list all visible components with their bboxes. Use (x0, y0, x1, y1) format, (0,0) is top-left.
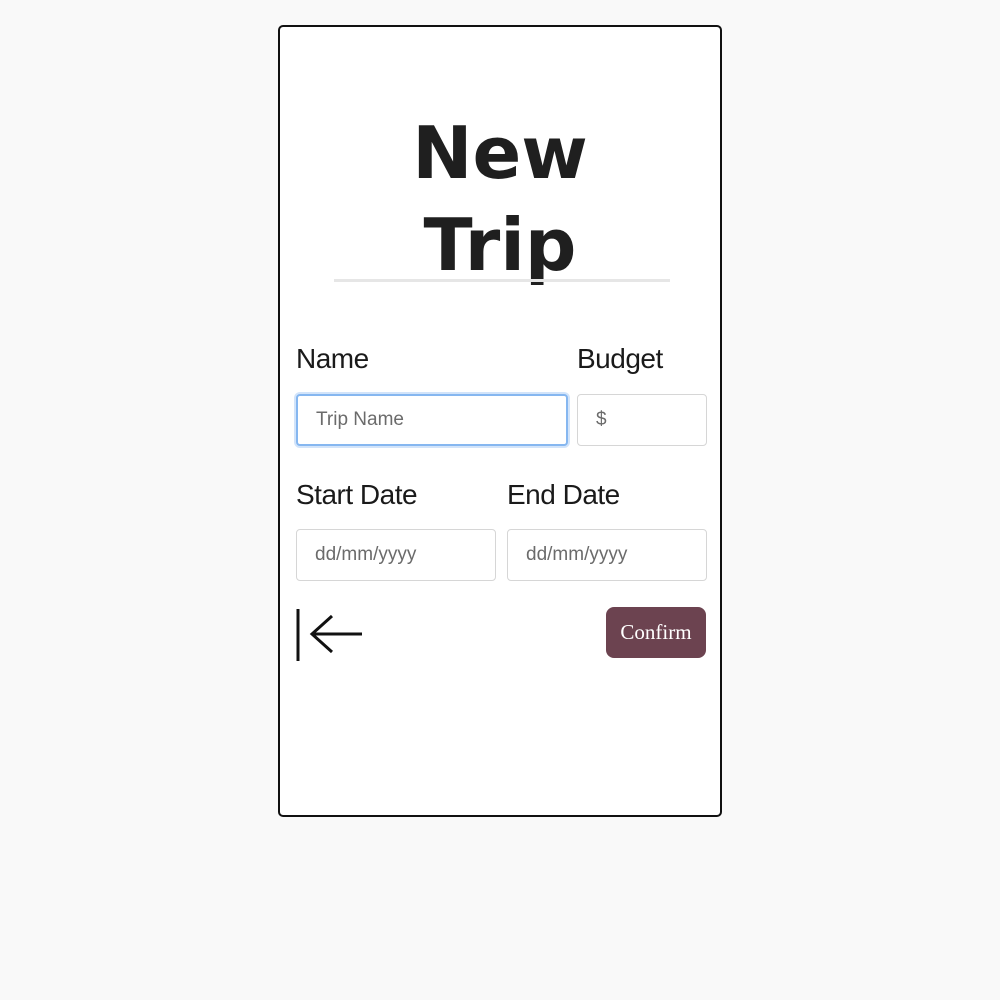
page-title-line-2: Trip (423, 203, 577, 287)
title-divider (334, 279, 670, 282)
start-date-input[interactable] (296, 529, 496, 581)
new-trip-card: New Trip Name Budget Start Date End Date… (278, 25, 722, 817)
name-label: Name (296, 343, 369, 374)
start-date-label: Start Date (296, 479, 418, 510)
confirm-button[interactable]: Confirm (606, 607, 706, 658)
end-date-label: End Date (507, 479, 620, 510)
end-date-input[interactable] (507, 529, 707, 581)
back-button[interactable] (296, 607, 366, 663)
trip-name-input[interactable] (296, 394, 568, 446)
budget-label: Budget (577, 343, 663, 374)
arrow-left-to-bar-icon (296, 609, 362, 661)
budget-input[interactable] (577, 394, 707, 446)
page-title: New Trip (280, 107, 720, 291)
page-title-line-1: New (412, 111, 588, 195)
